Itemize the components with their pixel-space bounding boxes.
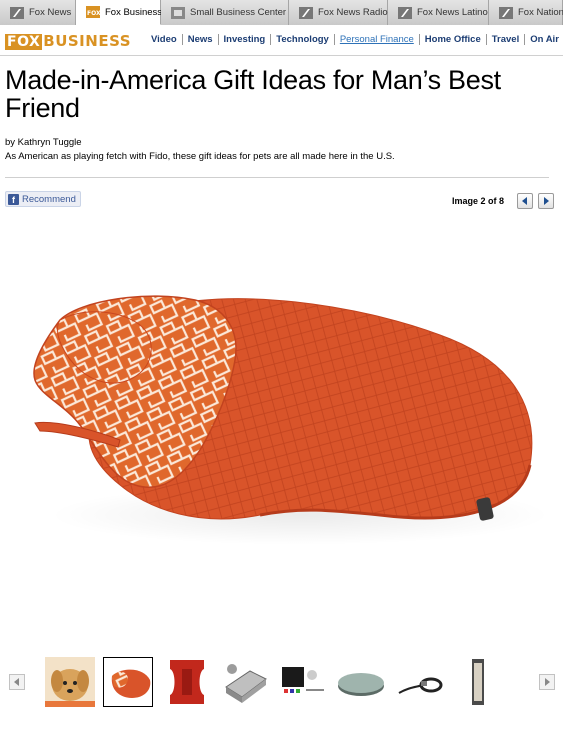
fox-latino-icon xyxy=(398,6,412,19)
network-tab-label: Fox News Radio xyxy=(318,7,388,18)
thumbnail-dog-coat[interactable] xyxy=(103,657,153,707)
logo-wordmark: BUSINESS xyxy=(43,32,131,50)
network-tab-label: Fox Nation xyxy=(518,7,563,18)
network-tab-label: Fox News Latino xyxy=(417,7,488,18)
logo-fox-mark: FOX xyxy=(5,34,43,50)
nav-item-investing[interactable]: Investing xyxy=(219,34,272,45)
fox-news-icon xyxy=(10,6,24,19)
thumbnails-next-button[interactable] xyxy=(539,674,555,690)
thumbnails-prev-button[interactable] xyxy=(9,674,25,690)
network-tab-small-business[interactable]: Small Business Center xyxy=(161,0,289,25)
nav-item-video[interactable]: Video xyxy=(146,34,183,45)
main-nav: Video News Investing Technology Personal… xyxy=(146,34,563,45)
previous-image-button[interactable] xyxy=(517,193,533,209)
arrow-right-icon xyxy=(544,197,549,205)
image-counter: Image 2 of 8 xyxy=(452,196,505,206)
recommend-label: Recommend xyxy=(22,193,76,205)
thumbnail-puppy[interactable] xyxy=(45,657,95,707)
nav-item-personal-finance[interactable]: Personal Finance xyxy=(335,34,420,45)
network-tab-label: Small Business Center xyxy=(190,7,287,18)
nav-item-home-office[interactable]: Home Office xyxy=(420,34,487,45)
arrow-left-icon xyxy=(14,678,19,686)
thumbnail-collar-leash[interactable] xyxy=(395,657,445,707)
gallery-main-image[interactable] xyxy=(0,215,563,645)
nav-item-technology[interactable]: Technology xyxy=(271,34,335,45)
thumbnail-grooming-kit[interactable] xyxy=(278,657,328,707)
fox-radio-icon xyxy=(299,6,313,19)
arrow-right-icon xyxy=(545,678,550,686)
network-tab-fox-news[interactable]: Fox News xyxy=(0,0,76,25)
thumbnail-pet-bed[interactable] xyxy=(336,657,386,707)
site-header: FOX BUSINESS Video News Investing Technol… xyxy=(0,26,563,56)
network-tab-label: Fox Business xyxy=(105,6,163,18)
network-tab-bar: Fox News FOX Fox Business Small Business… xyxy=(0,0,563,25)
nav-item-travel[interactable]: Travel xyxy=(487,34,526,45)
facebook-recommend-button[interactable]: f Recommend xyxy=(5,191,81,207)
fox-nation-icon xyxy=(499,6,513,19)
arrow-left-icon xyxy=(522,197,527,205)
network-tab-fox-latino[interactable]: Fox News Latino xyxy=(388,0,489,25)
thumbnail-red-chew-toy[interactable] xyxy=(162,657,212,707)
article-byline: by Kathryn Tuggle xyxy=(5,137,82,148)
divider xyxy=(5,177,549,178)
page-title: Made-in-America Gift Ideas for Man’s Bes… xyxy=(5,65,501,123)
nav-item-on-air[interactable]: On Air xyxy=(525,34,563,45)
nav-item-news[interactable]: News xyxy=(183,34,219,45)
facebook-icon: f xyxy=(8,193,19,205)
small-business-icon xyxy=(171,6,185,19)
network-tab-fox-nation[interactable]: Fox Nation xyxy=(489,0,563,25)
article-dek: As American as playing fetch with Fido, … xyxy=(5,151,395,162)
svg-text:FOX: FOX xyxy=(87,10,100,17)
network-tab-fox-business[interactable]: FOX Fox Business xyxy=(76,0,163,25)
next-image-button[interactable] xyxy=(538,193,554,209)
fox-business-logo[interactable]: FOX BUSINESS xyxy=(5,32,131,50)
thumbnail-tall-panel[interactable] xyxy=(453,657,503,707)
network-tab-label: Fox News xyxy=(29,7,72,18)
fox-business-icon: FOX xyxy=(86,6,100,18)
thumbnail-pet-carrier[interactable] xyxy=(220,657,270,707)
network-tab-fox-radio[interactable]: Fox News Radio xyxy=(289,0,388,25)
